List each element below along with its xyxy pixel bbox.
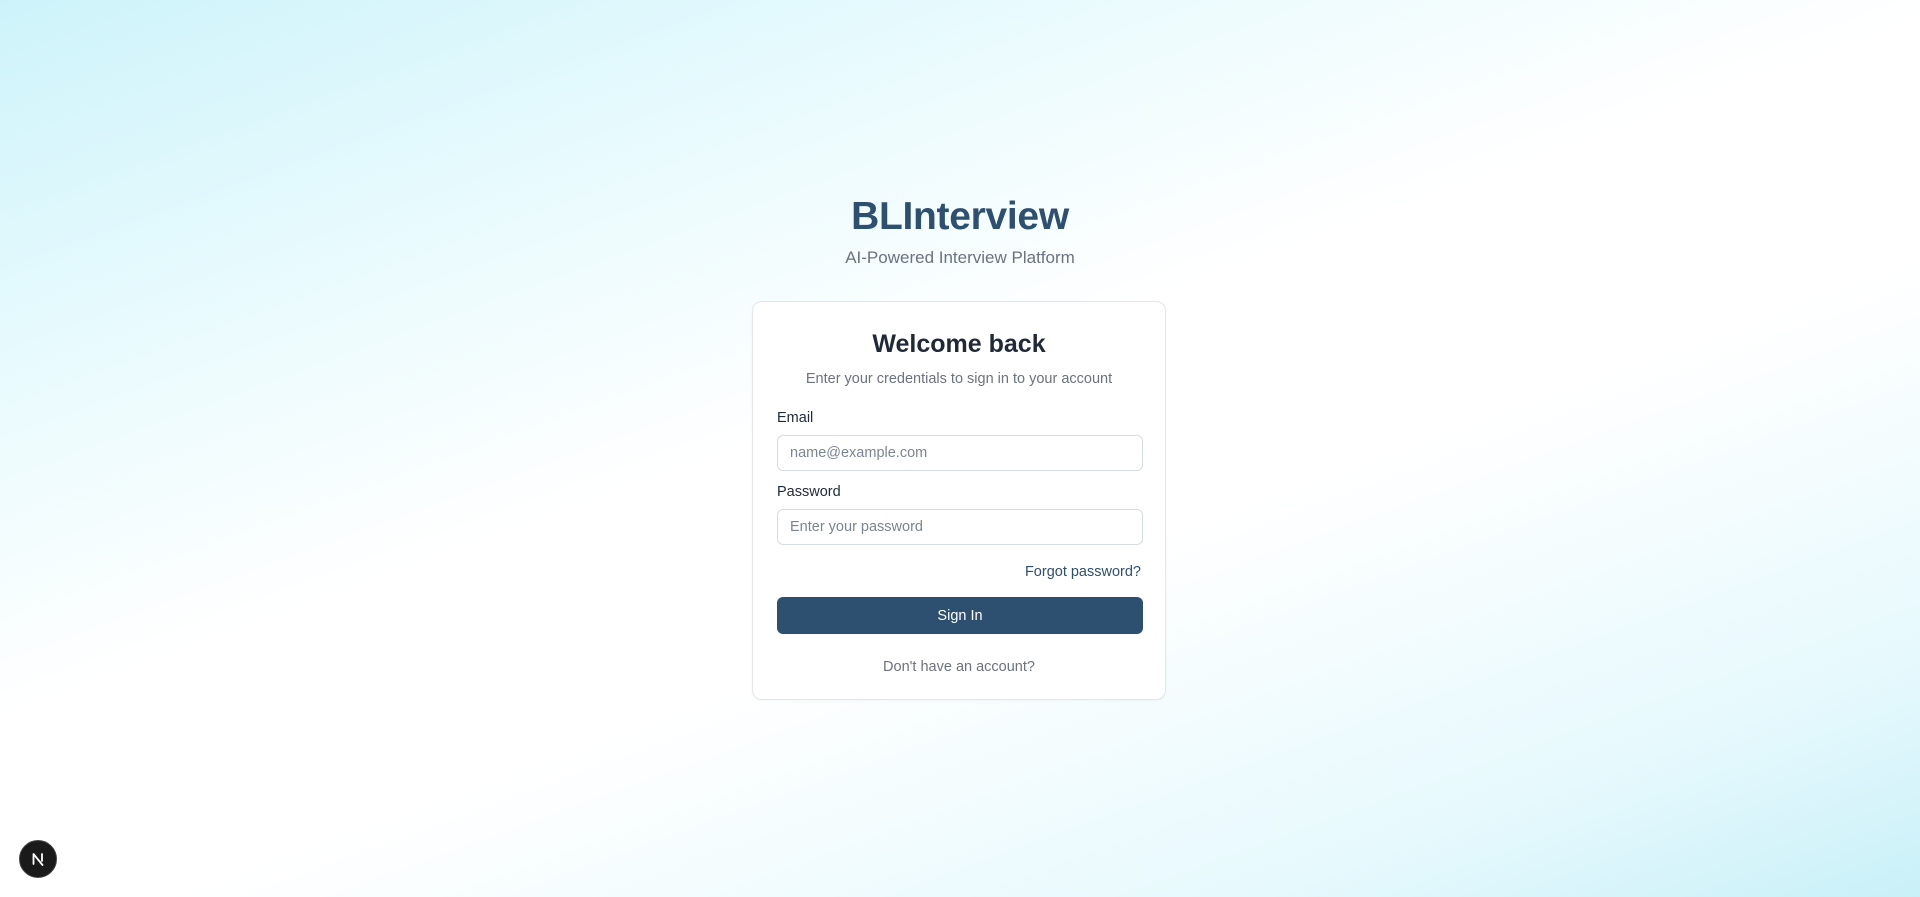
- password-label: Password: [777, 484, 841, 500]
- brand-header: BLInterview AI-Powered Interview Platfor…: [0, 192, 1920, 270]
- sign-in-button[interactable]: Sign In: [777, 597, 1143, 634]
- forgot-password-link[interactable]: Forgot password?: [1025, 562, 1141, 582]
- app-title: BLInterview: [851, 195, 1069, 238]
- login-card: Welcome back Enter your credentials to s…: [752, 301, 1166, 700]
- email-label: Email: [777, 410, 814, 426]
- email-field[interactable]: [777, 435, 1143, 471]
- nextjs-dev-indicator-button[interactable]: [19, 840, 57, 878]
- signup-link[interactable]: Don't have an account?: [753, 657, 1165, 677]
- card-description: Enter your credentials to sign in to you…: [805, 371, 1113, 387]
- nextjs-logo-icon: [29, 850, 47, 868]
- app-subtitle: AI-Powered Interview Platform: [845, 248, 1075, 267]
- password-field[interactable]: [777, 509, 1143, 545]
- card-title: Welcome back: [872, 330, 1046, 358]
- login-page: BLInterview AI-Powered Interview Platfor…: [0, 0, 1920, 897]
